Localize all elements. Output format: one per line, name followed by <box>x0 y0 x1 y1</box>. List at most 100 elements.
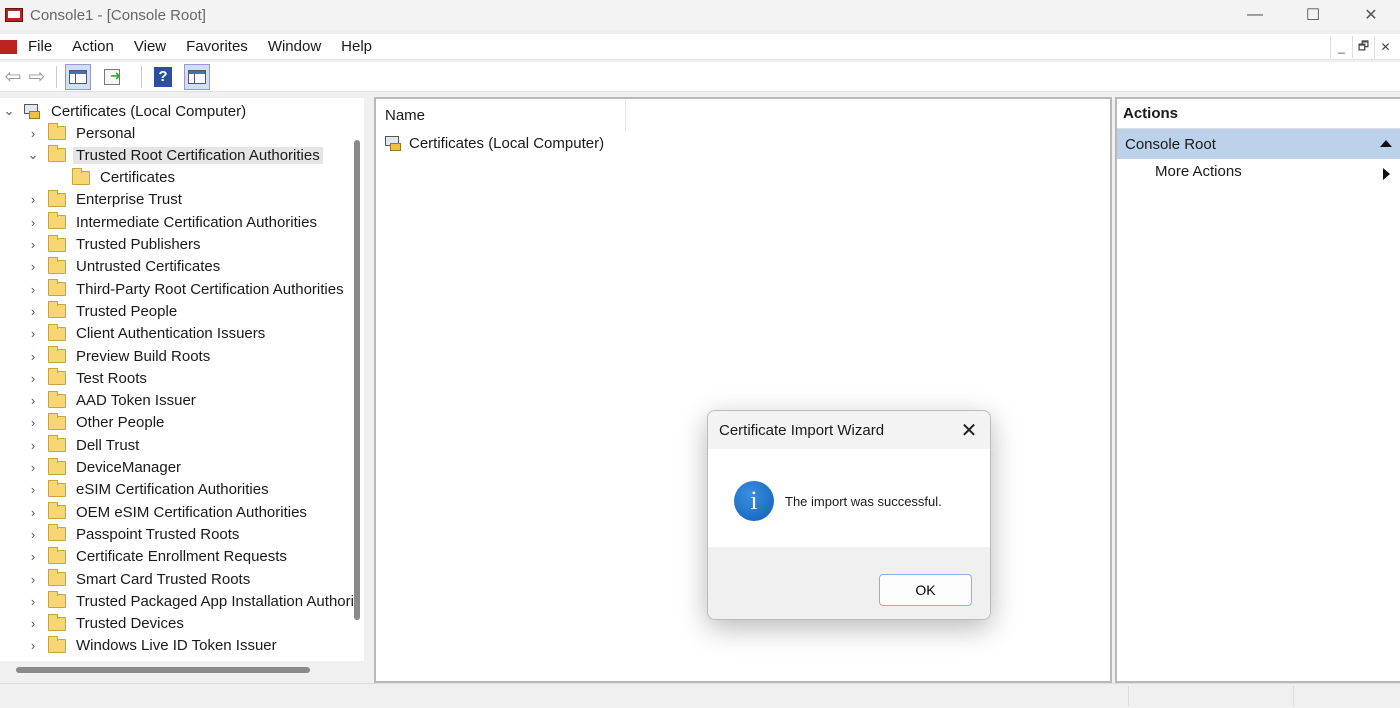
chevron-right-icon[interactable]: › <box>26 237 40 252</box>
chevron-right-icon[interactable]: › <box>26 616 40 631</box>
submenu-arrow-icon[interactable] <box>1383 168 1390 180</box>
tree-item[interactable]: › Trusted Packaged App Installation Autho… <box>26 590 361 612</box>
tree-item[interactable]: › Trusted People <box>26 300 180 322</box>
back-arrow-icon[interactable]: ⇦ <box>2 66 24 88</box>
chevron-right-icon[interactable]: › <box>26 638 40 653</box>
chevron-right-icon[interactable]: › <box>26 259 40 274</box>
chevron-right-icon[interactable]: › <box>26 393 40 408</box>
help-icon: ? <box>154 66 172 87</box>
mdi-close-button[interactable]: ✕ <box>1374 36 1396 58</box>
tree-item[interactable]: › Enterprise Trust <box>26 189 185 211</box>
tree-item[interactable]: › Preview Build Roots <box>26 345 213 367</box>
menu-view[interactable]: View <box>124 38 176 55</box>
tree-item[interactable]: › AAD Token Issuer <box>26 390 199 412</box>
tree-item[interactable]: › Third-Party Root Certification Authorit… <box>26 278 347 300</box>
more-actions-item[interactable]: More Actions <box>1155 163 1242 180</box>
list-item[interactable]: Certificates (Local Computer) <box>383 132 604 154</box>
menu-action[interactable]: Action <box>62 38 124 55</box>
chevron-right-icon[interactable]: › <box>26 304 40 319</box>
tree-item[interactable]: › Other People <box>26 412 167 434</box>
menu-favorites[interactable]: Favorites <box>176 38 258 55</box>
chevron-right-icon[interactable]: › <box>26 371 40 386</box>
chevron-right-icon[interactable]: › <box>26 349 40 364</box>
tree-item[interactable]: › eSIM Certification Authorities <box>26 479 272 501</box>
tree-item[interactable]: › Passpoint Trusted Roots <box>26 523 242 545</box>
dialog-footer: OK <box>708 547 990 619</box>
chevron-right-icon[interactable]: › <box>26 594 40 609</box>
folder-icon <box>48 301 66 319</box>
chevron-right-icon[interactable]: › <box>26 438 40 453</box>
tree-item[interactable]: › Trusted Devices <box>26 613 187 635</box>
tree-item[interactable]: › Trusted Publishers <box>26 234 204 256</box>
ok-button[interactable]: OK <box>879 574 972 606</box>
tree-item[interactable]: › Intermediate Certification Authorities <box>26 211 320 233</box>
tree-item[interactable]: › Untrusted Certificates <box>26 256 223 278</box>
chevron-right-icon[interactable]: › <box>26 505 40 520</box>
chevron-right-icon[interactable]: › <box>26 326 40 341</box>
folder-icon <box>48 591 66 609</box>
tree-horizontal-scrollbar[interactable] <box>16 667 310 673</box>
menu-help[interactable]: Help <box>331 38 382 55</box>
export-list-button[interactable] <box>99 64 125 90</box>
show-hide-action-pane-button[interactable] <box>184 63 210 90</box>
chevron-right-icon[interactable]: › <box>26 282 40 297</box>
tree-item[interactable]: › Personal <box>26 122 138 144</box>
chevron-down-icon[interactable]: ⌄ <box>26 147 40 163</box>
chevron-right-icon[interactable]: › <box>26 215 40 230</box>
help-button[interactable]: ? <box>150 64 176 90</box>
mdi-minimize-button[interactable]: _ <box>1330 36 1352 58</box>
folder-icon <box>48 613 66 631</box>
tree-item[interactable]: › Client Authentication Issuers <box>26 323 268 345</box>
chevron-right-icon[interactable]: › <box>26 527 40 542</box>
folder-icon <box>48 212 66 230</box>
close-button[interactable]: ✕ <box>1342 0 1400 30</box>
tree-item[interactable]: ⌄ Trusted Root Certification Authorities <box>26 144 323 166</box>
toolbar-separator <box>141 65 142 88</box>
folder-icon <box>48 256 66 274</box>
chevron-right-icon[interactable]: › <box>26 482 40 497</box>
collapse-triangle-icon[interactable] <box>1380 140 1392 147</box>
dialog-body: i The import was successful. <box>708 449 990 547</box>
tree-item[interactable]: › DeviceManager <box>26 457 184 479</box>
status-bar-divider <box>1128 686 1129 707</box>
chevron-right-icon[interactable]: › <box>26 572 40 587</box>
mmc-app-icon[interactable] <box>4 6 24 24</box>
mdi-controls: _ 🗗 ✕ <box>1330 36 1396 58</box>
console-tree-icon <box>69 69 87 84</box>
chevron-right-icon[interactable]: › <box>26 549 40 564</box>
action-pane-icon <box>188 69 206 84</box>
chevron-right-icon[interactable]: › <box>26 192 40 207</box>
tree-item[interactable]: Certificates <box>72 167 178 189</box>
tree-item[interactable]: › Dell Trust <box>26 434 142 456</box>
chevron-right-icon[interactable]: › <box>26 415 40 430</box>
column-header-name[interactable]: Name <box>376 99 626 131</box>
menu-window[interactable]: Window <box>258 38 331 55</box>
tree-item[interactable]: › Certificate Enrollment Requests <box>26 546 290 568</box>
console-menu-icon[interactable] <box>0 38 18 56</box>
menu-file[interactable]: File <box>18 38 62 55</box>
dialog-close-button[interactable]: ✕ <box>956 417 982 443</box>
tree-item[interactable]: › OEM eSIM Certification Authorities <box>26 501 310 523</box>
tree-item[interactable]: › Windows Live ID Token Issuer <box>26 635 280 657</box>
forward-arrow-icon[interactable]: ⇨ <box>26 66 48 88</box>
tree-item-label: Trusted People <box>76 302 178 320</box>
tree-item[interactable]: › Smart Card Trusted Roots <box>26 568 253 590</box>
maximize-button[interactable]: ☐ <box>1284 0 1342 30</box>
minimize-button[interactable]: — <box>1226 0 1284 30</box>
export-icon <box>104 68 121 85</box>
menu-bar: File Action View Favorites Window Help _… <box>0 34 1400 60</box>
show-hide-console-tree-button[interactable] <box>65 63 91 90</box>
certificate-import-wizard-dialog: Certificate Import Wizard ✕ i The import… <box>707 410 991 620</box>
dialog-title-bar: Certificate Import Wizard ✕ <box>708 411 990 449</box>
tree-item-label: OEM eSIM Certification Authorities <box>76 503 307 521</box>
mdi-restore-button[interactable]: 🗗 <box>1352 36 1374 58</box>
list-item-label: Certificates (Local Computer) <box>409 134 605 152</box>
chevron-down-icon[interactable]: ⌄ <box>2 103 16 119</box>
tree-item[interactable]: › Test Roots <box>26 367 150 389</box>
actions-section-console-root[interactable]: Console Root <box>1117 129 1400 159</box>
chevron-right-icon[interactable]: › <box>26 460 40 475</box>
folder-icon <box>48 479 66 497</box>
tree-root[interactable]: ⌄ Certificates (Local Computer) <box>2 100 249 122</box>
tree-vertical-scrollbar[interactable] <box>354 140 360 620</box>
chevron-right-icon[interactable]: › <box>26 126 40 141</box>
